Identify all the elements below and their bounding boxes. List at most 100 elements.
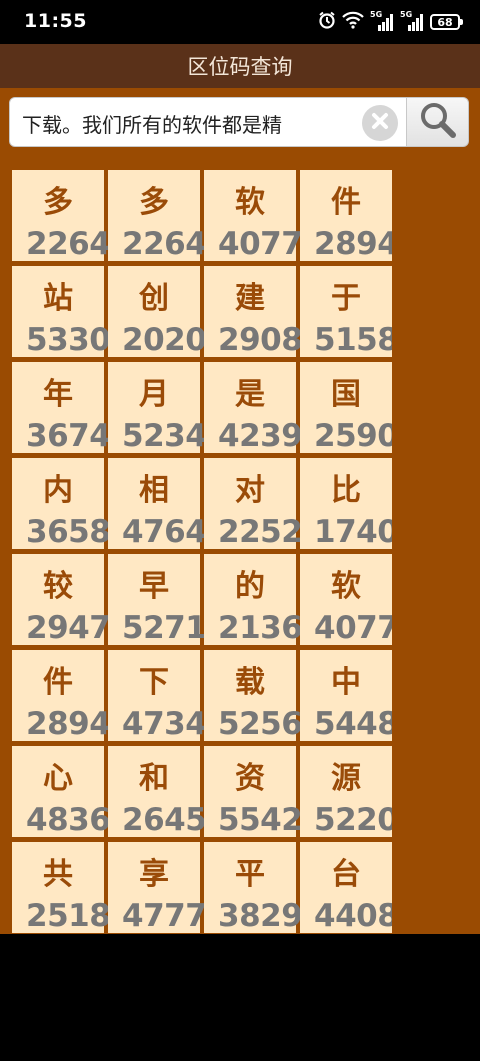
- cell-code: 2518: [26, 898, 111, 934]
- cell-code: 2264: [26, 226, 111, 262]
- cell-code: 2894: [314, 226, 392, 262]
- char-cell[interactable]: 下 4734: [108, 650, 207, 741]
- char-cell[interactable]: 件 2894: [300, 170, 392, 261]
- cell-character: 相: [139, 473, 169, 508]
- search-box: [9, 97, 407, 147]
- cell-code: 3674: [26, 418, 111, 454]
- cell-character: 月: [139, 377, 169, 412]
- cell-code: 2590: [314, 418, 392, 454]
- char-cell[interactable]: 多 2264: [108, 170, 207, 261]
- char-cell[interactable]: 件 2894: [12, 650, 111, 741]
- cell-character: 源: [331, 761, 361, 796]
- char-cell[interactable]: 对 2252: [204, 458, 303, 549]
- char-cell[interactable]: 平 3829: [204, 842, 303, 933]
- status-icons: 5G 5G 68: [318, 10, 463, 33]
- char-cell[interactable]: 建 2908: [204, 266, 303, 357]
- char-cell[interactable]: 载 5256: [204, 650, 303, 741]
- char-cell[interactable]: 创 2020: [108, 266, 207, 357]
- search-input[interactable]: [22, 110, 358, 136]
- clear-button[interactable]: [362, 105, 398, 141]
- char-cell[interactable]: 较 2947: [12, 554, 111, 645]
- cell-code: 3658: [26, 514, 111, 550]
- char-cell[interactable]: 多 2264: [12, 170, 111, 261]
- char-cell[interactable]: 比 1740: [300, 458, 392, 549]
- cell-character: 多: [139, 185, 169, 220]
- page-title: 区位码查询: [187, 55, 293, 79]
- cell-character: 载: [235, 665, 265, 700]
- cell-code: 4077: [218, 226, 303, 262]
- cell-code: 2947: [26, 610, 111, 646]
- signal-icon-sim2: 5G: [400, 10, 424, 32]
- cell-character: 比: [331, 473, 361, 508]
- char-cell[interactable]: 国 2590: [300, 362, 392, 453]
- char-cell[interactable]: 和 2645: [108, 746, 207, 837]
- cell-character: 多: [43, 185, 73, 220]
- cell-code: 4239: [218, 418, 303, 454]
- char-cell[interactable]: 是 4239: [204, 362, 303, 453]
- close-icon: [370, 111, 390, 135]
- cell-character: 年: [43, 377, 73, 412]
- cell-character: 创: [139, 281, 169, 316]
- signal-icon-sim1: 5G: [370, 10, 394, 32]
- cell-character: 共: [43, 857, 73, 892]
- char-cell[interactable]: 享 4777: [108, 842, 207, 933]
- cell-character: 享: [139, 857, 169, 892]
- app-title-bar: 区位码查询: [0, 44, 480, 88]
- cell-code: 5330: [26, 322, 111, 358]
- char-cell[interactable]: 软 4077: [300, 554, 392, 645]
- cell-character: 资: [235, 761, 265, 796]
- cell-code: 5220: [314, 802, 392, 838]
- cell-character: 较: [43, 569, 73, 604]
- cell-character: 内: [43, 473, 73, 508]
- cell-code: 4777: [122, 898, 207, 934]
- cell-character: 软: [331, 569, 361, 604]
- cell-character: 下: [139, 665, 169, 700]
- result-grid: 多 2264 多 2264 软 4077 件 2894 站 5330 创 2020 建 2908 于 5158…: [12, 170, 392, 934]
- status-time: 11:55: [24, 10, 87, 32]
- cell-code: 2136: [218, 610, 303, 646]
- cell-code: 5271: [122, 610, 207, 646]
- char-cell[interactable]: 年 3674: [12, 362, 111, 453]
- cell-code: 2020: [122, 322, 207, 358]
- char-cell[interactable]: 于 5158: [300, 266, 392, 357]
- char-cell[interactable]: 心 4836: [12, 746, 111, 837]
- cell-code: 4077: [314, 610, 392, 646]
- cell-character: 心: [43, 761, 73, 796]
- cell-code: 1740: [314, 514, 392, 550]
- wifi-icon: [342, 11, 364, 33]
- char-cell[interactable]: 资 5542: [204, 746, 303, 837]
- char-cell[interactable]: 的 2136: [204, 554, 303, 645]
- search-button[interactable]: [407, 97, 469, 147]
- char-cell[interactable]: 中 5448: [300, 650, 392, 741]
- cell-character: 中: [331, 665, 361, 700]
- cell-character: 软: [235, 185, 265, 220]
- cell-character: 的: [235, 569, 265, 604]
- cell-code: 2908: [218, 322, 303, 358]
- char-cell[interactable]: 软 4077: [204, 170, 303, 261]
- cell-code: 2645: [122, 802, 207, 838]
- cell-character: 国: [331, 377, 361, 412]
- char-cell[interactable]: 台 4408: [300, 842, 392, 933]
- main-content: 多 2264 多 2264 软 4077 件 2894 站 5330 创 2020 建 2908 于 5158…: [0, 88, 480, 934]
- cell-code: 4408: [314, 898, 392, 934]
- cell-character: 对: [235, 473, 265, 508]
- battery-icon: 68: [430, 14, 463, 30]
- cell-character: 是: [235, 377, 265, 412]
- cell-code: 3829: [218, 898, 303, 934]
- char-cell[interactable]: 相 4764: [108, 458, 207, 549]
- char-cell[interactable]: 内 3658: [12, 458, 111, 549]
- char-cell[interactable]: 共 2518: [12, 842, 111, 933]
- char-cell[interactable]: 月 5234: [108, 362, 207, 453]
- char-cell[interactable]: 早 5271: [108, 554, 207, 645]
- cell-code: 4764: [122, 514, 207, 550]
- alarm-icon: [318, 11, 336, 33]
- char-cell[interactable]: 站 5330: [12, 266, 111, 357]
- cell-character: 台: [331, 857, 361, 892]
- cell-character: 建: [235, 281, 265, 316]
- bottom-area: [0, 934, 480, 1061]
- char-cell[interactable]: 源 5220: [300, 746, 392, 837]
- search-icon: [419, 101, 457, 143]
- cell-code: 5234: [122, 418, 207, 454]
- cell-code: 5158: [314, 322, 392, 358]
- cell-code: 2264: [122, 226, 207, 262]
